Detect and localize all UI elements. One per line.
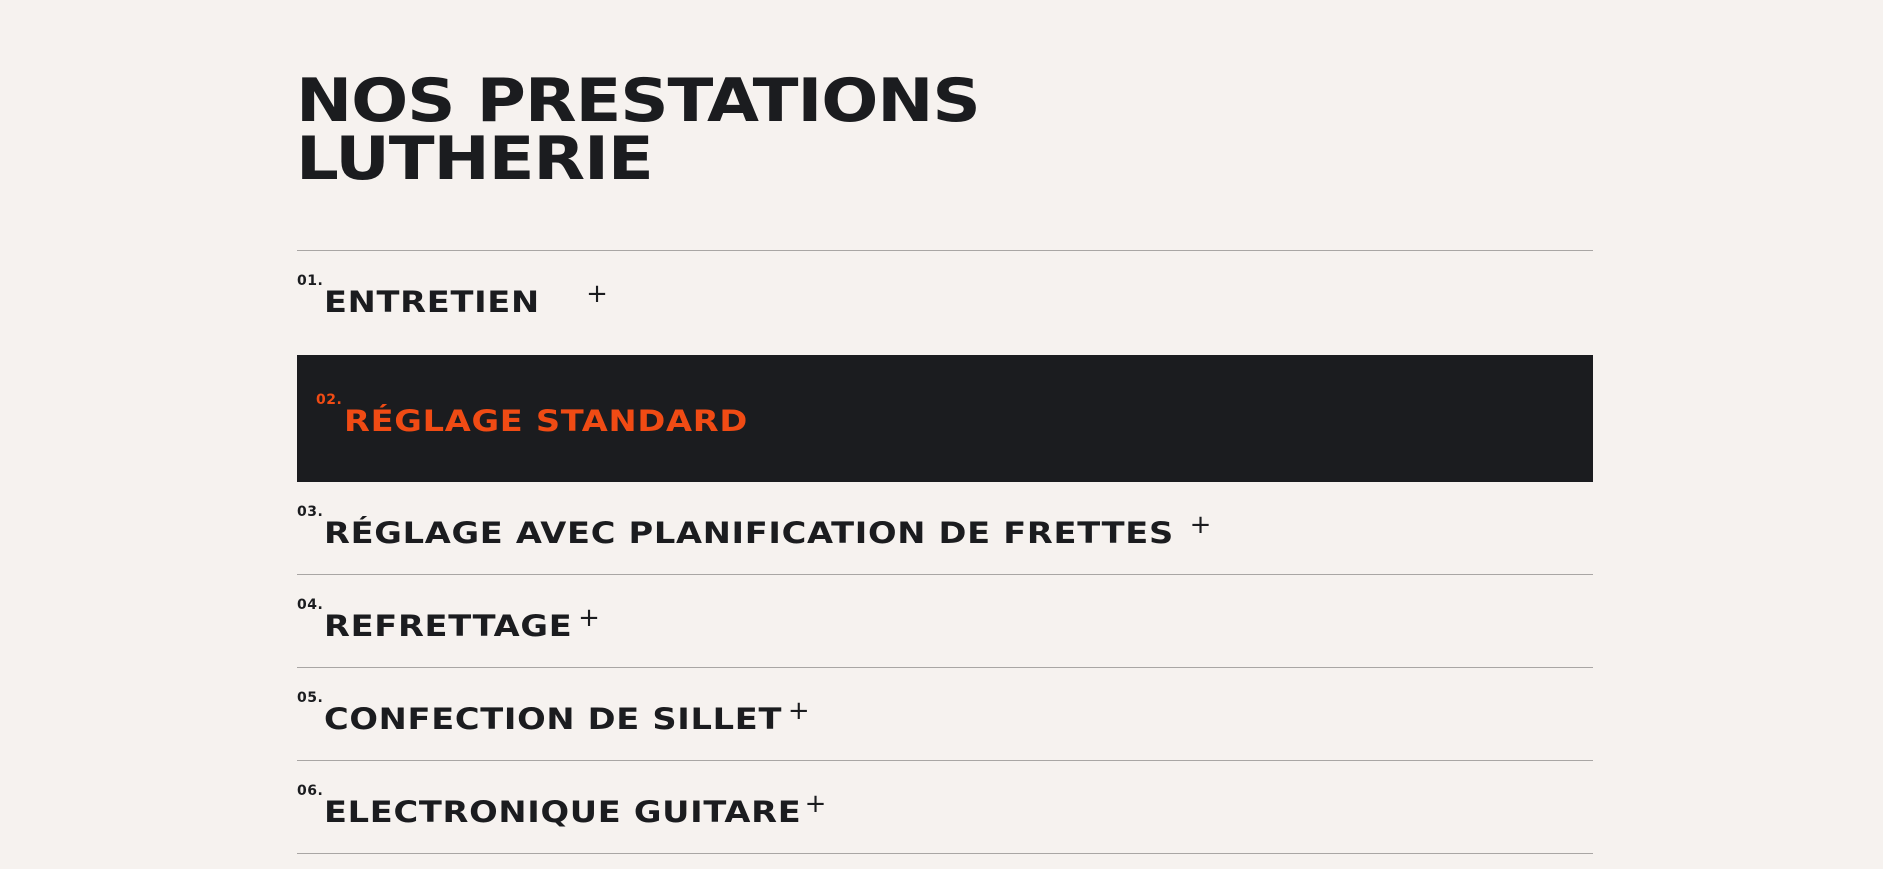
service-item-electronique-guitare[interactable]: 06. ELECTRONIQUE GUITARE + (297, 761, 1593, 854)
plus-icon[interactable]: + (1190, 512, 1212, 538)
plus-icon[interactable]: + (805, 791, 827, 817)
service-number: 06. (297, 783, 324, 799)
service-title: RÉGLAGE STANDARD (344, 404, 748, 438)
service-title: ENTRETIEN (324, 285, 540, 319)
page-title-line-1: NOS PRESTATIONS (296, 66, 981, 136)
service-number: 01. (297, 273, 324, 289)
service-number: 03. (297, 504, 324, 520)
plus-icon[interactable]: + (578, 605, 600, 631)
service-item-reglage-standard[interactable]: 02. RÉGLAGE STANDARD (297, 355, 1593, 482)
service-number: 02. (316, 392, 343, 408)
service-title: ELECTRONIQUE GUITARE (324, 795, 802, 829)
service-item-refrettage[interactable]: 04. REFRETTAGE + (297, 575, 1593, 668)
services-accordion: 01. ENTRETIEN + 02. RÉGLAGE STANDARD 03.… (297, 250, 1593, 854)
service-item-entretien[interactable]: 01. ENTRETIEN + (297, 251, 1593, 344)
service-title: REFRETTAGE (324, 609, 573, 643)
plus-icon[interactable]: + (788, 698, 810, 724)
service-title: RÉGLAGE AVEC PLANIFICATION DE FRETTES (324, 516, 1174, 550)
service-number: 04. (297, 597, 324, 613)
service-item-reglage-planification[interactable]: 03. RÉGLAGE AVEC PLANIFICATION DE FRETTE… (297, 482, 1593, 575)
service-number: 05. (297, 690, 324, 706)
plus-icon[interactable]: + (586, 281, 608, 307)
service-title: CONFECTION DE SILLET (324, 702, 783, 736)
service-item-confection-sillet[interactable]: 05. CONFECTION DE SILLET + (297, 668, 1593, 761)
page-title: NOS PRESTATIONS LUTHERIE (296, 66, 981, 194)
page-title-line-2: LUTHERIE (296, 124, 654, 194)
